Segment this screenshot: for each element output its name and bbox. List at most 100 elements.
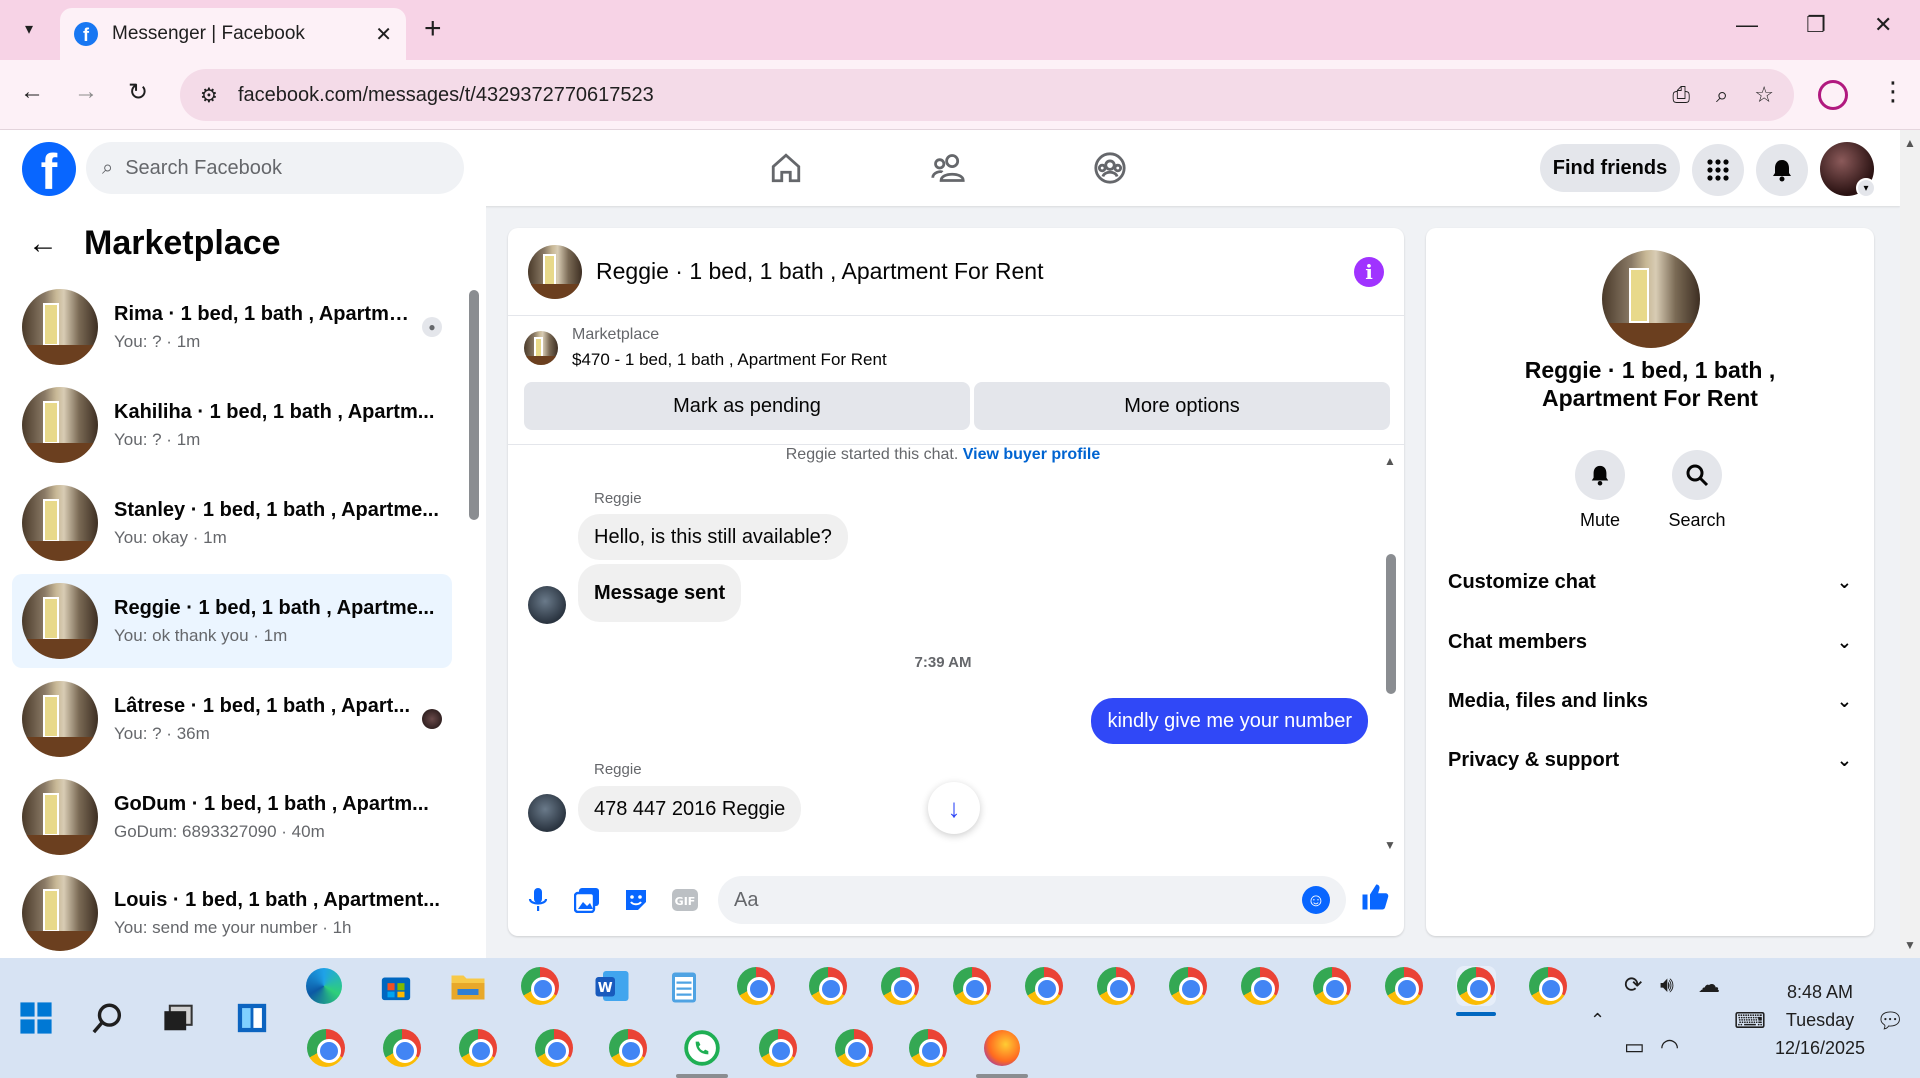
whatsapp-icon[interactable] [682, 1028, 722, 1068]
microsoft-store-icon[interactable] [376, 966, 416, 1006]
site-settings-icon[interactable]: ⚙ [200, 83, 218, 108]
groups-icon[interactable] [1088, 146, 1132, 190]
facebook-logo-icon[interactable]: f [22, 142, 76, 196]
notification-center-icon[interactable]: 💬︎ [1876, 1008, 1904, 1034]
chrome-profile-icon[interactable] [834, 1028, 874, 1068]
browser-tab-messenger[interactable]: f Messenger | Facebook ✕ [60, 8, 406, 60]
chat-members-section[interactable]: Chat members ⌄ [1448, 624, 1852, 660]
conversation-item[interactable]: GoDum · 1 bed, 1 bath , Apartm... GoDum: … [12, 770, 452, 864]
friends-icon[interactable] [926, 146, 970, 190]
menu-grid-icon[interactable] [1692, 144, 1744, 196]
bookmark-star-icon[interactable]: ☆ [1754, 82, 1774, 108]
more-options-button[interactable]: More options [974, 382, 1390, 430]
conversation-item[interactable]: Lâtrese · 1 bed, 1 bath , Apart... You: ?… [12, 672, 452, 766]
sticker-icon[interactable] [620, 884, 652, 916]
notepad-icon[interactable] [664, 966, 704, 1006]
chrome-profile-icon[interactable] [880, 966, 920, 1006]
profile-avatar[interactable]: ▾ [1820, 142, 1876, 198]
conversation-item[interactable]: Kahiliha · 1 bed, 1 bath , Apartm... You:… [12, 378, 452, 472]
tab-close-icon[interactable]: ✕ [375, 22, 392, 47]
firefox-icon[interactable] [982, 1028, 1022, 1068]
scrollbar-thumb[interactable] [1386, 554, 1396, 694]
back-arrow-icon[interactable]: ← [20, 78, 44, 106]
chrome-profile-icon[interactable] [1528, 966, 1568, 1006]
chrome-profile-icon[interactable] [1024, 966, 1064, 1006]
onedrive-offline-icon[interactable]: ☁ [1698, 972, 1720, 998]
show-hidden-icons-chevron-icon[interactable]: ⌃ [1590, 1010, 1605, 1031]
battery-charging-icon[interactable]: ▭ [1624, 1034, 1645, 1060]
chrome-profile-icon[interactable] [306, 1028, 346, 1068]
home-icon[interactable] [764, 146, 808, 190]
reload-icon[interactable]: ↻ [128, 78, 148, 107]
sync-icon[interactable]: ⟳ [1624, 972, 1642, 998]
chrome-profile-icon[interactable] [758, 1028, 798, 1068]
view-buyer-profile-link[interactable]: View buyer profile [963, 446, 1101, 463]
notifications-bell-icon[interactable] [1756, 144, 1808, 196]
url-text[interactable]: facebook.com/messages/t/4329372770617523 [238, 84, 1646, 107]
message-bubble[interactable]: Message sent [578, 564, 742, 622]
new-tab-plus-icon[interactable]: + [424, 12, 442, 46]
chrome-profile-icon[interactable] [458, 1028, 498, 1068]
minimize-icon[interactable]: — [1736, 12, 1758, 38]
scroll-up-arrow-icon[interactable]: ▲ [1384, 454, 1396, 468]
system-clock[interactable]: 8:48 AM Tuesday 12/16/2025 [1760, 978, 1880, 1062]
chrome-profile-icon[interactable] [952, 966, 992, 1006]
chrome-profile-icon[interactable] [382, 1028, 422, 1068]
tab-search-chevron-icon[interactable]: ▾ [10, 10, 48, 48]
info-icon[interactable]: i [1354, 256, 1384, 287]
search-in-chat-button[interactable]: Search [1652, 450, 1742, 531]
chrome-profile-icon[interactable] [534, 1028, 574, 1068]
account-chevron-icon[interactable]: ▾ [1856, 178, 1876, 198]
chrome-profile-icon[interactable] [908, 1028, 948, 1068]
page-scrollbar[interactable]: ▲ ▼ [1900, 130, 1920, 958]
forward-arrow-icon[interactable]: → [74, 78, 98, 106]
browser-profile-icon[interactable] [1818, 80, 1848, 110]
back-arrow-icon[interactable]: ← [28, 227, 58, 261]
zoom-icon[interactable]: ⌕ [1716, 82, 1728, 108]
find-friends-button[interactable]: Find friends [1540, 144, 1680, 192]
search-icon[interactable] [88, 998, 128, 1038]
chrome-profile-icon[interactable] [1168, 966, 1208, 1006]
scroll-to-bottom-arrow-icon[interactable]: ↓ [928, 782, 980, 834]
windows-start-icon[interactable] [16, 998, 56, 1038]
conversation-item[interactable]: Rima · 1 bed, 1 bath , Apartme... You: ? … [12, 280, 452, 374]
facebook-search-box[interactable]: ⌕ [86, 142, 464, 194]
file-explorer-icon[interactable] [448, 966, 488, 1006]
restore-icon[interactable]: ❐ [1806, 12, 1826, 38]
thumbs-up-like-icon[interactable] [1360, 882, 1390, 919]
chrome-profile-icon[interactable] [1312, 966, 1352, 1006]
chrome-profile-icon[interactable] [1240, 966, 1280, 1006]
sidebar-scrollbar[interactable] [468, 276, 480, 946]
chat-listing-thumbnail[interactable] [528, 244, 582, 299]
microphone-icon[interactable] [522, 884, 554, 916]
address-bar[interactable]: ⚙ facebook.com/messages/t/43293727706175… [180, 69, 1794, 121]
message-bubble[interactable]: 478 447 2016 Reggie [578, 786, 802, 832]
search-input[interactable] [125, 156, 426, 180]
my-message-bubble[interactable]: kindly give me your number [1091, 698, 1368, 744]
chat-scrollbar[interactable]: ▲ ▼ [1384, 454, 1398, 854]
window-close-icon[interactable]: ✕ [1874, 12, 1892, 38]
scroll-down-arrow-icon[interactable]: ▼ [1384, 838, 1396, 852]
chrome-profile-icon[interactable] [808, 966, 848, 1006]
message-input-box[interactable]: ☺ [718, 876, 1346, 924]
conversation-item-active[interactable]: Reggie · 1 bed, 1 bath , Apartme... You: … [12, 574, 452, 668]
chrome-profile-icon[interactable] [608, 1028, 648, 1068]
edge-browser-icon[interactable] [304, 966, 344, 1006]
browser-menu-icon[interactable]: ⋮ [1880, 76, 1906, 107]
mute-button[interactable]: Mute [1555, 450, 1645, 531]
media-files-links-section[interactable]: Media, files and links ⌄ [1448, 683, 1852, 719]
mark-as-pending-button[interactable]: Mark as pending [524, 382, 970, 430]
marketplace-listing-row[interactable]: Marketplace $470 - 1 bed, 1 bath , Apart… [524, 326, 887, 370]
scroll-up-arrow-icon[interactable]: ▲ [1904, 136, 1916, 150]
chrome-profile-icon[interactable] [1384, 966, 1424, 1006]
chrome-profile-icon-active[interactable] [1456, 966, 1496, 1006]
photo-gallery-icon[interactable] [571, 884, 603, 916]
scrollbar-thumb[interactable] [469, 290, 479, 520]
listing-large-thumbnail[interactable] [1602, 250, 1700, 348]
conversation-item[interactable]: Stanley · 1 bed, 1 bath , Apartme... You:… [12, 476, 452, 570]
sender-avatar[interactable] [528, 586, 566, 624]
customize-chat-section[interactable]: Customize chat ⌄ [1448, 564, 1852, 600]
sender-avatar[interactable] [528, 794, 566, 832]
message-bubble[interactable]: Hello, is this still available? [578, 514, 848, 560]
widgets-icon[interactable] [232, 998, 272, 1038]
